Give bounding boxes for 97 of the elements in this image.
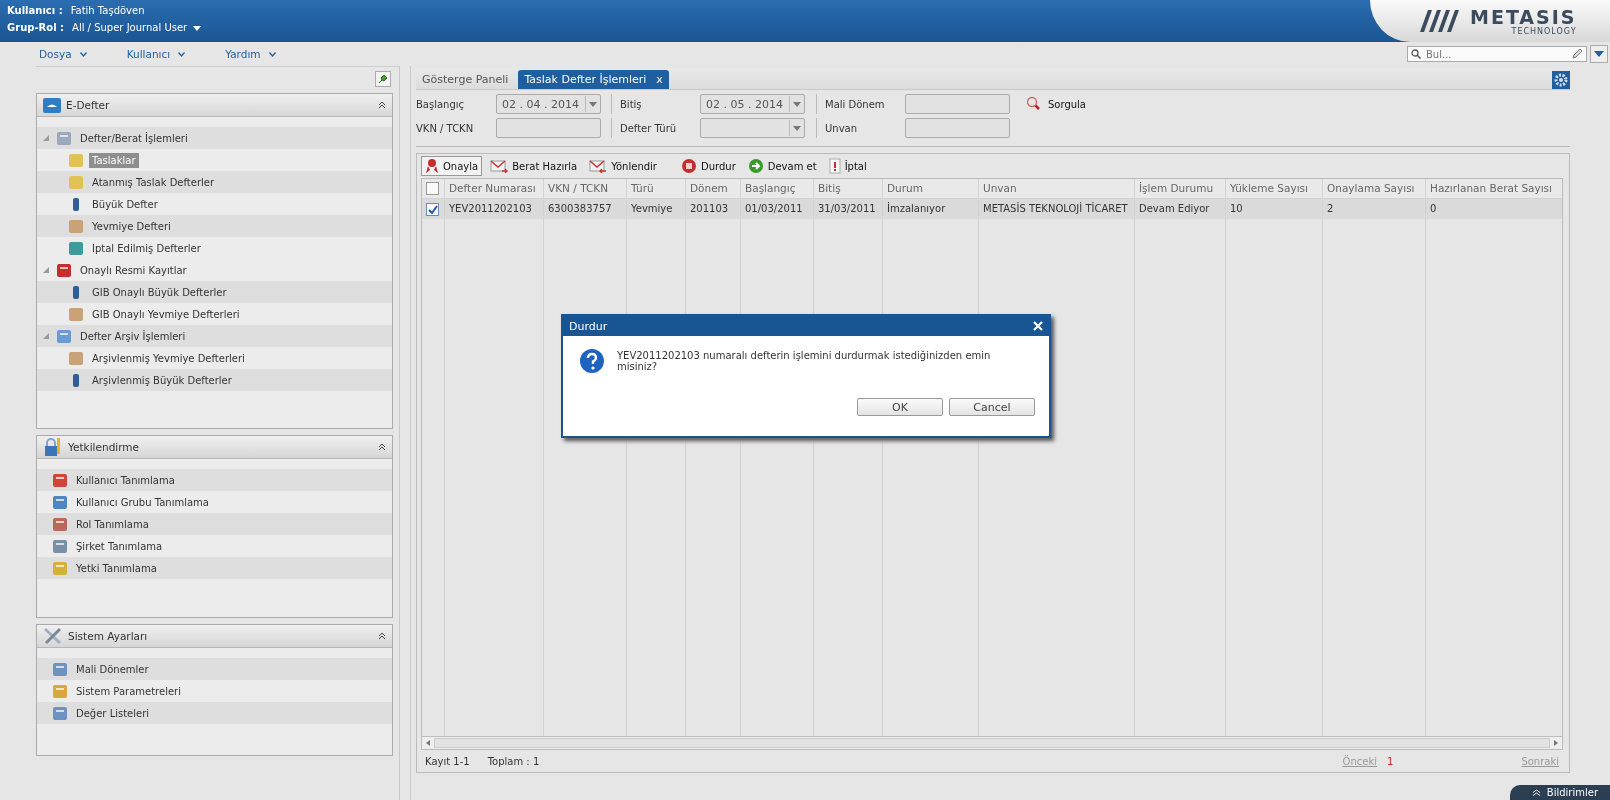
collapse-icon[interactable] — [378, 101, 386, 109]
menu-item[interactable]: Kullanıcı — [126, 48, 171, 60]
close-icon[interactable] — [1033, 321, 1043, 331]
page-number[interactable]: 1 — [1387, 755, 1394, 767]
caret-icon[interactable] — [589, 101, 597, 107]
role-label: Grup-Rol : — [7, 22, 65, 33]
pin-button[interactable] — [375, 71, 391, 87]
sidebar-item[interactable]: Sistem Parametreleri — [73, 683, 184, 699]
chevron-up-icon — [1531, 789, 1541, 796]
lock-icon — [43, 437, 63, 457]
dropdown-button[interactable] — [1590, 45, 1608, 63]
logo-text: METASIS — [1470, 6, 1577, 27]
dialog-title: Durdur — [569, 319, 608, 333]
caret-icon[interactable] — [193, 26, 202, 31]
dialog-message: YEV2011202103 numaralı defterin işlemini durdurmak istediğinizden emin misiniz? — [616, 350, 992, 372]
column-header[interactable]: İşlem Durumu — [1135, 179, 1225, 199]
table-cell: 6300383757 — [544, 199, 626, 219]
sidebar-item[interactable]: Onaylı Resmi Kayıtlar — [77, 262, 190, 278]
menu-item[interactable]: Dosya — [39, 48, 72, 60]
sidebar-item[interactable]: Rol Tanımlama — [73, 516, 152, 532]
user-name: Fatih Taşdöven — [70, 5, 145, 16]
dialog-button[interactable]: OK — [857, 398, 943, 416]
checkbox[interactable] — [426, 203, 439, 216]
input-field[interactable]: 02 . 04 . 2014 — [496, 94, 601, 114]
field-label: Unvan — [825, 122, 859, 134]
toolbar-button[interactable]: Berat Hazırla — [486, 157, 582, 175]
field-label: Mali Dönem — [825, 98, 886, 110]
table-cell: METASİS TEKNOLOJİ TİCARET — [979, 199, 1134, 219]
sidebar-item[interactable]: Yetki Tanımlama — [73, 560, 160, 576]
sidebar-item[interactable]: Yevmiye Defteri — [89, 218, 174, 234]
stop-icon — [680, 158, 697, 174]
settings-button[interactable] — [1552, 71, 1570, 89]
envelope-icon — [490, 159, 509, 173]
sidebar-item[interactable]: Iptal Edilmiş Defterler — [89, 240, 204, 256]
collapse-icon[interactable] — [378, 443, 386, 451]
search-field[interactable]: Bul... — [1407, 46, 1587, 62]
sidebar-item[interactable]: GIB Onaylı Yevmiye Defterleri — [89, 306, 243, 322]
row-select-cell[interactable] — [422, 199, 444, 219]
record-total: Toplam : 1 — [487, 755, 540, 767]
sidebar-item[interactable]: Şirket Tanımlama — [73, 538, 166, 554]
pencil-icon[interactable] — [1571, 48, 1583, 60]
toolbar-button[interactable]: Yönlendir — [585, 157, 661, 175]
settings-icon — [1554, 73, 1568, 87]
envelope-icon — [589, 159, 608, 173]
table-cell: 0 — [1426, 199, 1562, 219]
toolbar-button[interactable]: Onayla — [421, 156, 483, 176]
caret-icon[interactable] — [793, 125, 801, 131]
tab[interactable]: Taslak Defter İşlemleri x — [518, 70, 669, 89]
field-label: VKN / TCKN — [416, 122, 475, 134]
question-icon — [579, 348, 605, 374]
logo-subtitle: TECHNOLOGY — [1511, 26, 1577, 36]
close-tab-button[interactable]: x — [656, 73, 663, 86]
sidebar-item[interactable]: Kullanıcı Grubu Tanımlama — [73, 494, 212, 510]
input-field[interactable] — [905, 118, 1010, 138]
chevron-icon[interactable] — [268, 51, 276, 57]
sidebar-item[interactable]: Arşivlenmiş Yevmiye Defterleri — [89, 350, 248, 366]
table-cell: 31/03/2011 — [814, 199, 882, 219]
input-field[interactable]: 02 . 05 . 2014 — [700, 94, 805, 114]
expand-icon[interactable] — [43, 267, 51, 273]
toolbar-button[interactable]: Durdur — [676, 156, 740, 176]
field-label: Defter Türü — [620, 122, 678, 134]
table-cell: YEV2011202103 — [445, 199, 543, 219]
pin-icon — [377, 73, 389, 85]
document-warning-icon — [828, 158, 841, 174]
user-label: Kullanıcı : — [7, 5, 63, 16]
input-field[interactable] — [496, 118, 601, 138]
table-cell: 10 — [1226, 199, 1322, 219]
chevron-icon[interactable] — [178, 51, 186, 57]
sidebar-item[interactable]: Değer Listeleri — [73, 705, 153, 721]
ribbon-icon — [425, 158, 439, 174]
caret-icon — [1594, 51, 1604, 57]
dialog-button[interactable]: Cancel — [949, 398, 1035, 416]
role-dropdown[interactable]: All / Super Journal User — [72, 22, 188, 33]
input-field[interactable] — [905, 94, 1010, 114]
checkbox[interactable] — [426, 182, 439, 195]
input-field[interactable] — [700, 118, 805, 138]
table-cell: Yevmiye — [627, 199, 685, 219]
field-label: Başlangıç — [416, 98, 466, 110]
chevron-icon[interactable] — [79, 51, 87, 57]
sidebar-item[interactable]: Mali Dönemler — [73, 661, 152, 677]
menu-item[interactable]: Yardım — [225, 48, 261, 60]
notifications-tab[interactable]: Bildirimler — [1509, 785, 1610, 800]
horizontal-scrollbar[interactable] — [421, 736, 1563, 750]
sidebar-item[interactable]: Büyük Defter — [89, 196, 161, 212]
toolbar-button[interactable]: Devam et — [743, 156, 821, 176]
field-label: Bitiş — [620, 98, 643, 110]
table-cell: 2 — [1323, 199, 1425, 219]
table-cell: 201103 — [686, 199, 740, 219]
table-cell: 01/03/2011 — [741, 199, 813, 219]
toolbar-button[interactable]: İptal — [824, 156, 871, 176]
table-cell: Devam Ediyor — [1135, 199, 1225, 219]
collapse-icon[interactable] — [378, 632, 386, 640]
query-button[interactable]: Sorgula — [1026, 96, 1086, 112]
table-cell: İmzalanıyor — [883, 199, 978, 219]
record-range: Kayıt 1-1 — [425, 755, 470, 767]
tab[interactable]: Gösterge Paneli — [416, 70, 515, 89]
caret-icon[interactable] — [793, 101, 801, 107]
